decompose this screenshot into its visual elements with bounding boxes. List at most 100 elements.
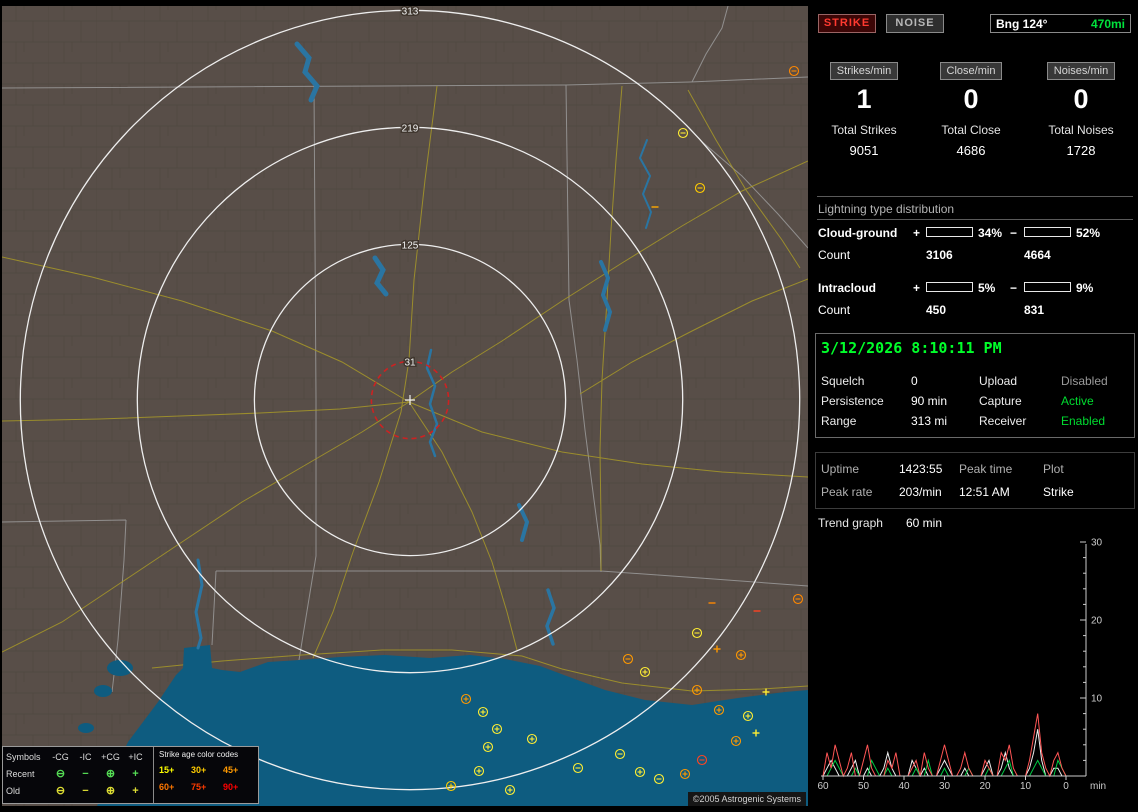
ring-label-31: 31 bbox=[404, 357, 416, 368]
trend-x-unit-label: min bbox=[1090, 781, 1106, 792]
cg-positive-count: 3106 bbox=[926, 248, 953, 262]
separator bbox=[817, 219, 1133, 220]
cloud-ground-label: Cloud-ground bbox=[818, 226, 898, 240]
trend-window-value: 60 min bbox=[906, 516, 943, 530]
strike-button[interactable]: STRIKE bbox=[818, 14, 876, 33]
settings-row: Persistence 90 min Capture Active bbox=[821, 394, 1129, 410]
legend-col-neg-ic: -IC bbox=[79, 752, 92, 762]
peak-time-label: Peak time bbox=[959, 462, 1013, 476]
trend-x-tick-label: 30 bbox=[939, 781, 951, 792]
bearing-label: Bng 124° bbox=[996, 16, 1048, 31]
ic-positive-count: 450 bbox=[926, 303, 947, 317]
legend-symbols-block: Symbols -CG -IC +CG +IC Recent ⊖ − ⊕ + O… bbox=[3, 747, 154, 803]
intracloud-row: Intracloud + 5% − 9% bbox=[818, 281, 1136, 295]
map-canvas: 313 219 125 31 bbox=[2, 6, 808, 806]
cg-positive-bar bbox=[926, 227, 973, 237]
clock-settings-box: 3/12/2026 8:10:11 PM Squelch 0 Upload Di… bbox=[815, 333, 1135, 438]
legend-recent-label: Recent bbox=[6, 769, 35, 779]
strikes-rate-column: Strikes/min 1 Total Strikes 9051 bbox=[814, 62, 914, 158]
settings-row: Range 313 mi Receiver Enabled bbox=[821, 414, 1129, 430]
total-noises-label: Total Noises bbox=[1048, 123, 1114, 137]
total-close-label: Total Close bbox=[941, 123, 1001, 137]
count-label: Count bbox=[818, 303, 851, 317]
persistence-value: 90 min bbox=[911, 394, 948, 408]
cg-negative-pct: 52% bbox=[1076, 226, 1101, 240]
total-strikes-label: Total Strikes bbox=[831, 123, 897, 137]
peak-rate-value: 203/min bbox=[899, 485, 942, 499]
trend-x-tick-label: 0 bbox=[1063, 781, 1069, 792]
trend-x-tick-label: 20 bbox=[979, 781, 991, 792]
age-code-60+: 60+ bbox=[159, 782, 175, 792]
legend-col-pos-cg: +CG bbox=[101, 752, 120, 762]
legend-col-pos-ic: +IC bbox=[128, 752, 143, 762]
intracloud-count-row: Count 450 831 bbox=[818, 303, 1136, 317]
persistence-label: Persistence bbox=[821, 394, 884, 408]
uptime-label: Uptime bbox=[821, 462, 860, 476]
upload-status: Disabled bbox=[1061, 374, 1108, 388]
trend-x-tick-label: 60 bbox=[817, 781, 829, 792]
legend-old-label: Old bbox=[6, 786, 21, 796]
cloud-ground-row: Cloud-ground + 34% − 52% bbox=[818, 226, 1136, 240]
range-label: Range bbox=[821, 414, 857, 428]
peak-rate-label: Peak rate bbox=[821, 485, 873, 499]
cg-positive-pct: 34% bbox=[978, 226, 1003, 240]
pos-ic-recent-icon: + bbox=[132, 768, 139, 780]
plot-label: Plot bbox=[1043, 462, 1064, 476]
status-row: Peak rate 203/min 12:51 AM Strike bbox=[821, 485, 1129, 501]
ic-negative-count: 831 bbox=[1024, 303, 1045, 317]
squelch-value: 0 bbox=[911, 374, 918, 388]
intracloud-label: Intracloud bbox=[818, 281, 877, 295]
minus-sign: − bbox=[1010, 226, 1018, 240]
legend-recent-row: Recent ⊖ − ⊕ + bbox=[6, 766, 153, 783]
pos-ic-old-icon: + bbox=[132, 785, 139, 797]
noises-per-min-button[interactable]: Noises/min bbox=[1046, 62, 1116, 80]
ic-negative-pct: 9% bbox=[1076, 281, 1094, 295]
strikes-per-min-button[interactable]: Strikes/min bbox=[829, 62, 899, 80]
ring-label-125: 125 bbox=[402, 240, 419, 251]
legend-age-block: Strike age color codes 15+ 30+ 45+ 60+ 75+ 9… bbox=[154, 747, 258, 803]
uptime-value: 1423:55 bbox=[899, 462, 943, 476]
legend-age-row-recent: 15+ 30+ 45+ bbox=[159, 762, 256, 779]
noises-per-min-value: 0 bbox=[1073, 84, 1089, 114]
settings-row: Squelch 0 Upload Disabled bbox=[821, 374, 1129, 390]
legend-col-neg-cg: -CG bbox=[52, 752, 69, 762]
legend-header-row: Symbols -CG -IC +CG +IC bbox=[6, 749, 153, 766]
lightning-map[interactable]: 313 219 125 31 Symbols -CG -IC +CG +IC Rece… bbox=[2, 6, 808, 806]
noises-rate-column: Noises/min 0 Total Noises 1728 bbox=[1031, 62, 1131, 158]
trend-graph-label: Trend graph bbox=[818, 516, 883, 530]
peak-time-value: 12:51 AM bbox=[959, 485, 1010, 499]
age-code-15+: 15+ bbox=[159, 765, 175, 775]
trend-y-tick-label: 20 bbox=[1091, 616, 1103, 627]
total-noises-value: 1728 bbox=[1066, 143, 1096, 158]
legend-old-row: Old ⊖ − ⊕ + bbox=[6, 783, 153, 800]
close-per-min-button[interactable]: Close/min bbox=[939, 62, 1003, 80]
plus-sign: + bbox=[913, 281, 921, 295]
receiver-label: Receiver bbox=[979, 414, 1027, 428]
trend-y-tick-label: 10 bbox=[1091, 694, 1103, 705]
neg-ic-old-icon: − bbox=[82, 785, 89, 797]
uptime-box: Uptime 1423:55 Peak time Plot Peak rate … bbox=[815, 452, 1135, 509]
neg-cg-recent-icon: ⊖ bbox=[55, 768, 66, 780]
ring-label-219: 219 bbox=[402, 123, 419, 134]
cg-negative-count: 4664 bbox=[1024, 248, 1051, 262]
noise-button[interactable]: NOISE bbox=[886, 14, 944, 33]
close-rate-column: Close/min 0 Total Close 4686 bbox=[921, 62, 1021, 158]
age-code-90+: 90+ bbox=[223, 782, 239, 792]
age-code-30+: 30+ bbox=[191, 765, 207, 775]
trend-graph: 10 20 30 60 50 40 30 20 10 0 min bbox=[817, 538, 1106, 793]
status-panel: STRIKE NOISE Bng 124° 470mi Strikes/min … bbox=[812, 0, 1138, 812]
range-value: 313 mi bbox=[911, 414, 948, 428]
legend-symbols-header: Symbols bbox=[6, 752, 41, 762]
total-strikes-value: 9051 bbox=[849, 143, 879, 158]
neg-cg-old-icon: ⊖ bbox=[55, 785, 66, 797]
ic-positive-bar bbox=[926, 282, 973, 292]
neg-ic-recent-icon: − bbox=[82, 768, 89, 780]
copyright-notice: ©2005 Astrogenic Systems bbox=[687, 792, 806, 806]
capture-status: Active bbox=[1061, 394, 1094, 408]
age-code-75+: 75+ bbox=[191, 782, 207, 792]
receiver-status: Enabled bbox=[1061, 414, 1106, 428]
map-legend: Symbols -CG -IC +CG +IC Recent ⊖ − ⊕ + O… bbox=[2, 746, 259, 804]
clock-readout: 3/12/2026 8:10:11 PM bbox=[821, 339, 1002, 357]
legend-age-row-old: 60+ 75+ 90+ bbox=[159, 779, 256, 796]
legend-age-header: Strike age color codes bbox=[159, 750, 239, 759]
